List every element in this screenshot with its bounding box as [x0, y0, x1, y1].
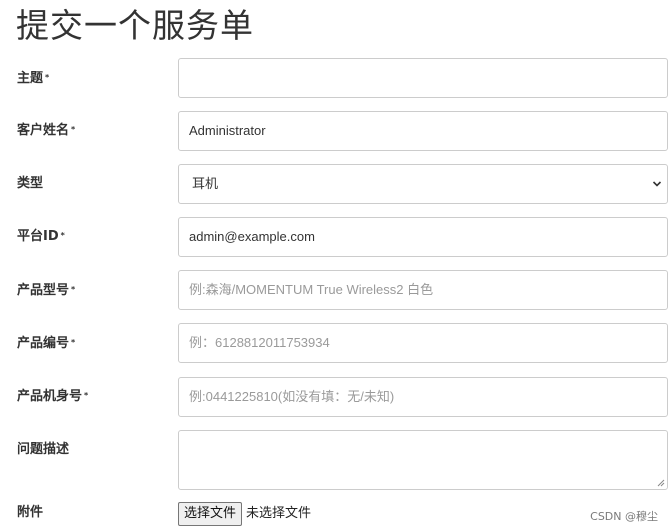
label-customer-name-text: 客户姓名: [17, 123, 70, 138]
label-description-text: 问题描述: [17, 442, 70, 457]
label-product-model: 产品型号 *: [17, 283, 75, 299]
type-select[interactable]: 耳机: [178, 164, 668, 204]
required-mark: *: [71, 125, 76, 134]
product-model-input[interactable]: 例:森海/MOMENTUM True Wireless2 白色: [178, 270, 668, 310]
type-select-value: 耳机: [192, 176, 219, 191]
label-attachment-text: 附件: [17, 505, 44, 520]
product-code-input[interactable]: 例：6128812011753934: [178, 323, 668, 363]
label-subject-text: 主题: [17, 71, 44, 86]
platform-id-input[interactable]: admin@example.com: [178, 217, 668, 257]
label-type-text: 类型: [17, 176, 44, 191]
label-attachment: 附件: [17, 505, 43, 521]
required-mark: *: [45, 73, 50, 82]
label-type: 类型: [17, 176, 43, 192]
required-mark: *: [60, 231, 65, 240]
file-status-text: 未选择文件: [246, 506, 312, 521]
label-product-code: 产品编号 *: [17, 336, 75, 352]
label-serial-number-text: 产品机身号: [17, 389, 83, 404]
label-description: 问题描述: [17, 442, 69, 458]
chevron-down-icon: [652, 181, 662, 187]
page-title: 提交一个服务单: [16, 6, 254, 45]
label-platform-id-text: 平台ID: [17, 229, 59, 244]
subject-input[interactable]: [178, 58, 668, 98]
required-mark: *: [71, 338, 76, 347]
label-product-code-text: 产品编号: [17, 336, 70, 351]
label-product-model-text: 产品型号: [17, 283, 70, 298]
description-textarea[interactable]: [178, 430, 668, 490]
watermark: CSDN @穆尘: [590, 510, 658, 523]
choose-file-button[interactable]: 选择文件: [178, 502, 243, 526]
required-mark: *: [71, 285, 76, 294]
label-subject: 主题 *: [17, 71, 49, 87]
customer-name-input[interactable]: Administrator: [178, 111, 668, 151]
label-platform-id: 平台ID *: [17, 229, 65, 245]
serial-number-input[interactable]: 例:0441225810(如没有填：无/未知): [178, 377, 668, 417]
resize-grip-icon[interactable]: [657, 479, 665, 487]
required-mark: *: [84, 391, 89, 400]
label-customer-name: 客户姓名 *: [17, 123, 75, 139]
label-serial-number: 产品机身号 *: [17, 389, 88, 405]
